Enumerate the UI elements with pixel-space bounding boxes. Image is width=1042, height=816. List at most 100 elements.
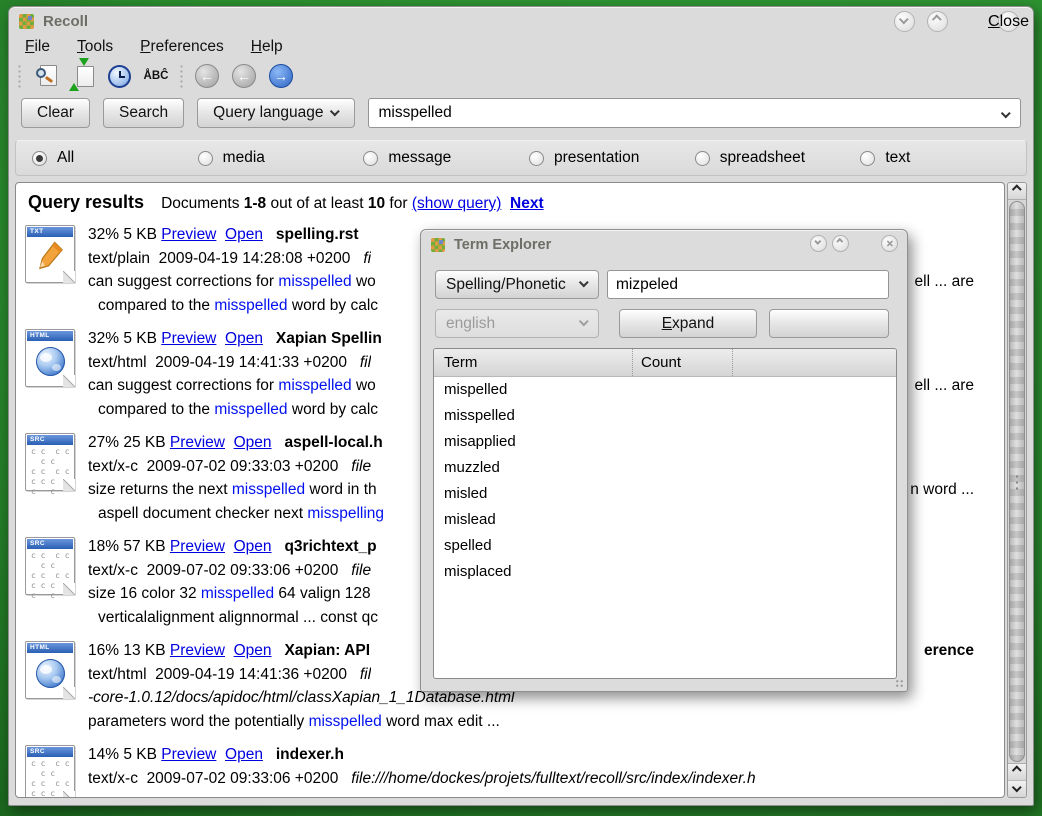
open-link[interactable]: Open — [234, 642, 272, 659]
scrollbar-thumb[interactable] — [1009, 201, 1025, 762]
expansion-mode-value: Spelling/Phonetic — [446, 276, 566, 294]
radio-icon[interactable] — [695, 151, 710, 166]
result-meta-line: text/x-c 2009-07-02 09:33:06 +0200 file:… — [88, 767, 974, 791]
maximize-button[interactable] — [927, 11, 948, 32]
dialog-title-bar[interactable]: Term Explorer — [421, 230, 907, 257]
text-segment: word max edit ... — [382, 713, 500, 730]
first-page-button[interactable]: ← — [193, 62, 221, 90]
close-button[interactable] — [769, 309, 889, 338]
term-row[interactable]: misapplied — [434, 429, 896, 455]
expansion-mode-combo[interactable]: Spelling/Phonetic — [435, 270, 599, 299]
src-file-icon: SRCc c c c c c c c c c c c c c c — [25, 537, 75, 595]
previous-page-button[interactable]: ← — [230, 62, 258, 90]
open-link[interactable]: Open — [234, 434, 272, 451]
radio-icon[interactable] — [529, 151, 544, 166]
preview-link[interactable]: Preview — [161, 746, 216, 763]
radio-icon[interactable] — [860, 151, 875, 166]
category-message[interactable]: message — [363, 149, 529, 167]
open-link[interactable]: Open — [225, 330, 263, 347]
category-text[interactable]: text — [860, 149, 1026, 167]
open-link[interactable]: Open — [234, 538, 272, 555]
line-text: compared to the misspelled word by calc — [98, 398, 378, 422]
arrow-left-icon: ← — [232, 64, 256, 88]
category-label: message — [388, 149, 451, 167]
category-presentation[interactable]: presentation — [529, 149, 695, 167]
term-cell: misapplied — [434, 429, 633, 455]
radio-icon[interactable] — [363, 151, 378, 166]
term-row[interactable]: mislead — [434, 507, 896, 533]
menu-help[interactable]: Help — [251, 38, 283, 56]
term-row[interactable]: misspelled — [434, 403, 896, 429]
line-text: 32% 5 KB Preview Open spelling.rst — [88, 223, 359, 247]
open-link[interactable]: Open — [225, 746, 263, 763]
history-clock-icon — [108, 65, 131, 88]
text-segment: word by calc — [288, 401, 378, 418]
chevron-up-icon — [1011, 184, 1021, 194]
results-scrollbar[interactable] — [1007, 182, 1027, 798]
preview-link[interactable]: Preview — [161, 330, 216, 347]
sort-params-button[interactable] — [68, 62, 96, 90]
file-type-band: TXT — [27, 227, 73, 237]
file-type-band: HTML — [27, 643, 73, 653]
resize-grip[interactable] — [895, 679, 904, 688]
language-combo[interactable]: english — [435, 309, 599, 338]
minimize-button[interactable] — [894, 11, 915, 32]
clear-button[interactable]: Clear — [21, 98, 90, 128]
text-segment: misspelled — [214, 297, 287, 314]
menu-preferences[interactable]: Preferences — [140, 38, 224, 56]
search-button[interactable]: Search — [103, 98, 184, 128]
line-text: text/plain 2009-04-19 14:28:08 +0200 fi — [88, 247, 371, 271]
close-button[interactable]: Close — [998, 11, 1019, 32]
result-snippet-line: parameters word the potentially misspell… — [88, 710, 974, 734]
term-row[interactable]: misplaced — [434, 559, 896, 585]
text-segment: q3richtext_p — [284, 538, 376, 555]
term-cell: misled — [434, 481, 633, 507]
line-text: 27% 25 KB Preview Open aspell-local.h — [88, 431, 383, 455]
term-explorer-button[interactable]: ÅBĈ — [142, 62, 170, 90]
preview-link[interactable]: Preview — [170, 434, 225, 451]
next-page-link[interactable]: Next — [510, 195, 544, 212]
text-segment — [501, 195, 510, 212]
line-text: text/html 2009-04-19 14:41:33 +0200 fil — [88, 351, 371, 375]
preview-link[interactable]: Preview — [170, 642, 225, 659]
text-segment: misspelled — [232, 481, 305, 498]
open-link[interactable]: Open — [225, 226, 263, 243]
term-row[interactable]: spelled — [434, 533, 896, 559]
text-segment: erence — [924, 639, 974, 663]
next-page-button[interactable]: → — [267, 62, 295, 90]
preview-link[interactable]: Preview — [170, 538, 225, 555]
toolbar-handle[interactable] — [17, 64, 22, 88]
dialog-minimize-button[interactable] — [810, 235, 827, 252]
chevron-down-icon — [899, 14, 909, 24]
history-button[interactable] — [105, 62, 133, 90]
scroll-up-button[interactable] — [1008, 183, 1026, 200]
clear-search-button[interactable] — [31, 62, 59, 90]
dialog-close-button[interactable] — [881, 235, 898, 252]
term-row[interactable]: misled — [434, 481, 896, 507]
radio-icon[interactable] — [32, 151, 47, 166]
show-query-link[interactable]: (show query) — [412, 195, 502, 212]
category-spreadsheet[interactable]: spreadsheet — [695, 149, 861, 167]
dialog-maximize-button[interactable] — [832, 235, 849, 252]
text-segment: can suggest corrections for — [88, 273, 278, 290]
search-input[interactable] — [378, 104, 1020, 122]
title-bar[interactable]: Recoll Close — [15, 7, 1027, 33]
text-segment: misspelling — [307, 505, 384, 522]
query-mode-combo[interactable]: Query language — [197, 98, 355, 128]
preview-link[interactable]: Preview — [161, 226, 216, 243]
term-input[interactable] — [607, 270, 889, 299]
radio-icon[interactable] — [198, 151, 213, 166]
folded-corner — [63, 791, 75, 798]
column-header-term[interactable]: Term — [434, 349, 633, 376]
term-row[interactable]: mispelled — [434, 377, 896, 403]
expand-button[interactable]: Expand — [619, 309, 757, 338]
column-header-count[interactable]: Count — [633, 349, 733, 376]
scroll-down-button[interactable] — [1008, 780, 1026, 797]
menu-tools[interactable]: Tools — [77, 38, 113, 56]
category-all[interactable]: All — [32, 149, 198, 167]
scroll-up-button-2[interactable] — [1008, 763, 1026, 780]
term-row[interactable]: muzzled — [434, 455, 896, 481]
category-media[interactable]: media — [198, 149, 364, 167]
menu-file[interactable]: File — [25, 38, 50, 56]
text-segment: parameters word the potentially — [88, 713, 309, 730]
